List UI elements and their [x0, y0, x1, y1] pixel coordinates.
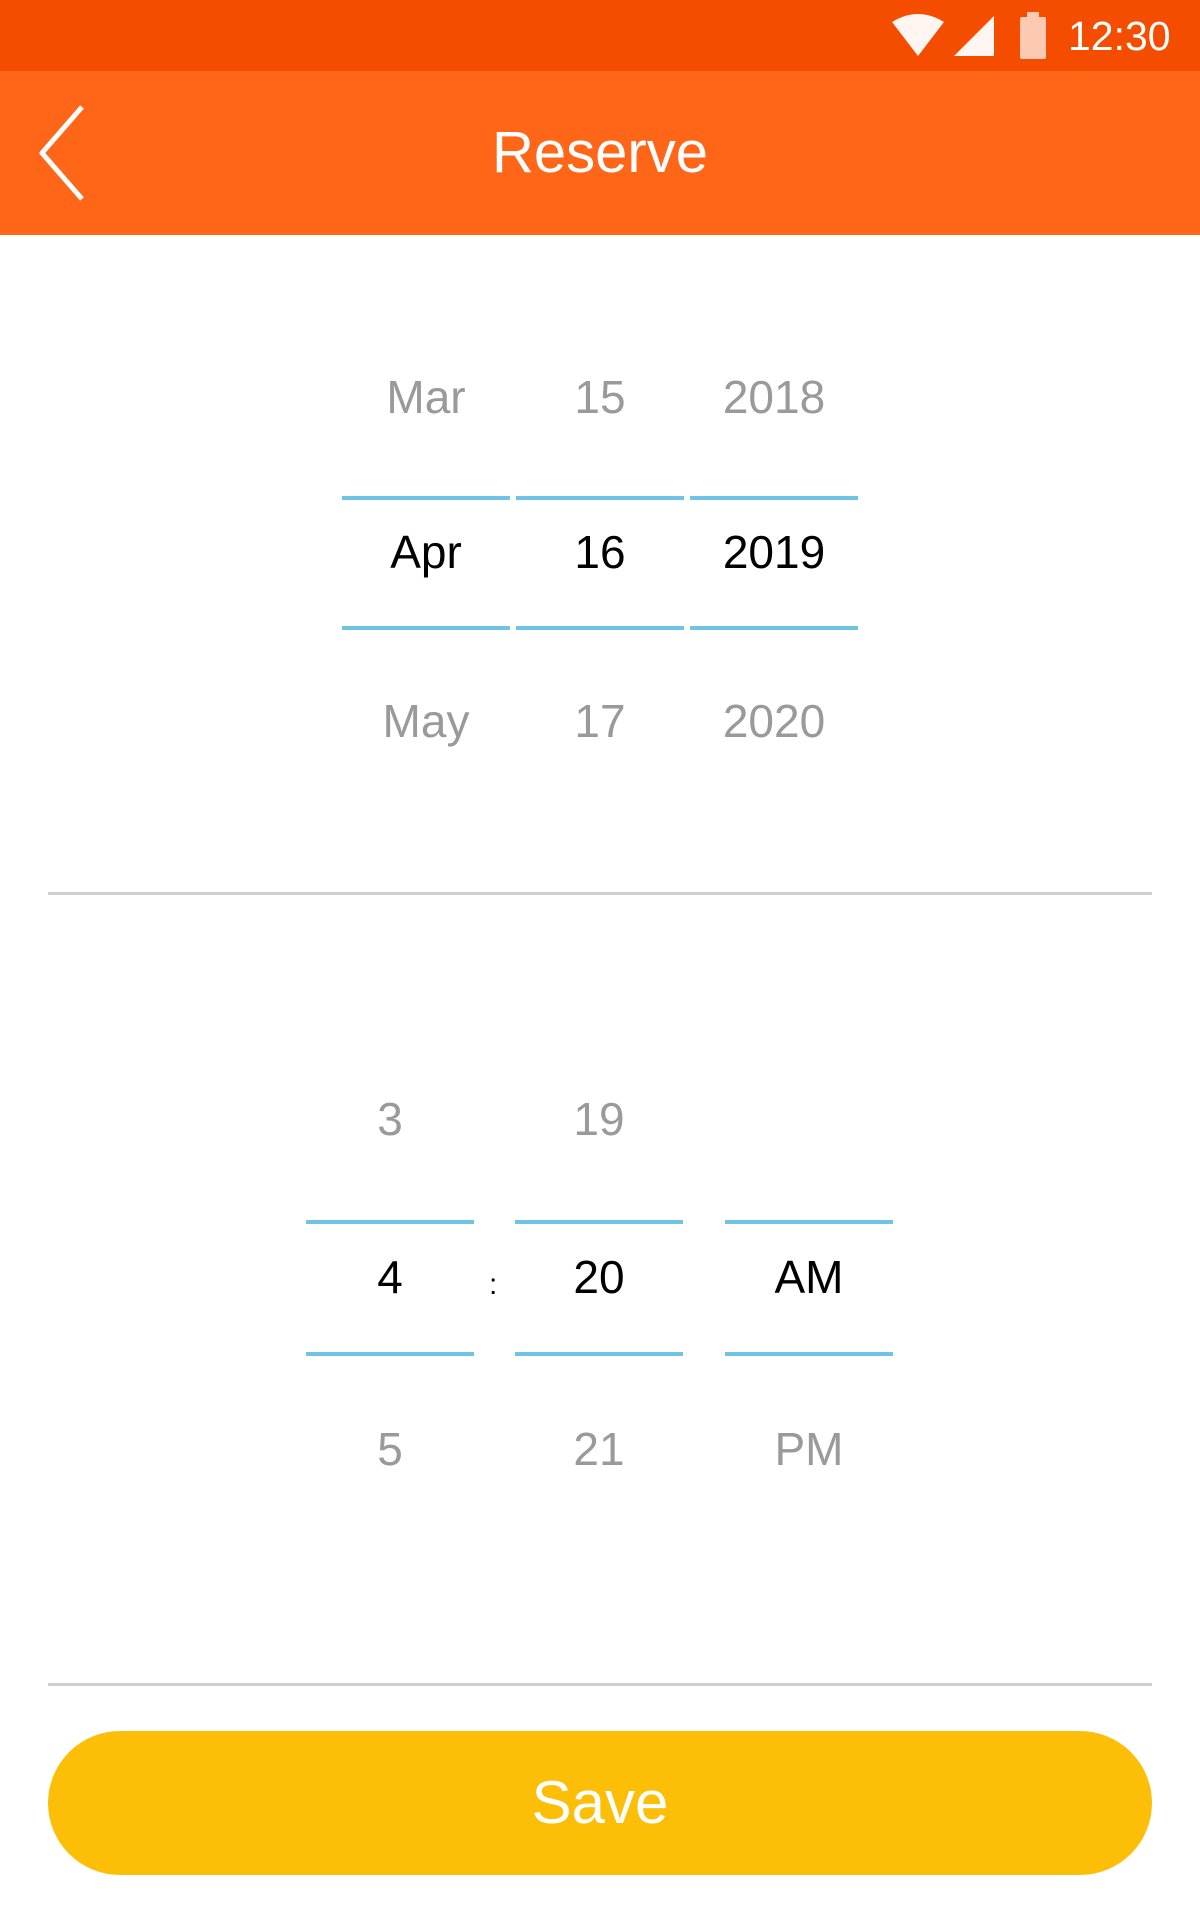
- month-prev[interactable]: Mar: [342, 370, 510, 424]
- year-next[interactable]: 2020: [690, 694, 858, 748]
- minute-selected[interactable]: 20: [515, 1250, 683, 1304]
- selection-line: [725, 1220, 893, 1224]
- time-separator: :: [489, 1268, 498, 1301]
- selection-line: [306, 1220, 474, 1224]
- selection-line: [342, 626, 510, 630]
- status-bar: 12:30: [0, 0, 1200, 71]
- battery-icon: [1020, 12, 1046, 59]
- hour-prev[interactable]: 3: [306, 1092, 474, 1146]
- selection-line: [690, 626, 858, 630]
- hour-selected[interactable]: 4: [306, 1250, 474, 1304]
- selection-line: [515, 1352, 683, 1356]
- day-prev[interactable]: 15: [516, 370, 684, 424]
- app-bar: Reserve: [0, 71, 1200, 235]
- selection-line: [690, 496, 858, 500]
- selection-line: [516, 626, 684, 630]
- wifi-icon: [892, 14, 944, 56]
- month-selected[interactable]: Apr: [342, 525, 510, 579]
- day-next[interactable]: 17: [516, 694, 684, 748]
- day-selected[interactable]: 16: [516, 525, 684, 579]
- section-divider: [48, 892, 1152, 895]
- section-divider: [48, 1683, 1152, 1686]
- selection-line: [516, 496, 684, 500]
- hour-next[interactable]: 5: [306, 1422, 474, 1476]
- chevron-left-icon: [39, 105, 84, 201]
- selection-line: [306, 1352, 474, 1356]
- minute-prev[interactable]: 19: [515, 1092, 683, 1146]
- selection-line: [515, 1220, 683, 1224]
- period-selected[interactable]: AM: [725, 1250, 893, 1304]
- month-next[interactable]: May: [342, 694, 510, 748]
- year-prev[interactable]: 2018: [690, 370, 858, 424]
- minute-next[interactable]: 21: [515, 1422, 683, 1476]
- year-selected[interactable]: 2019: [690, 525, 858, 579]
- selection-line: [342, 496, 510, 500]
- selection-line: [725, 1352, 893, 1356]
- back-button[interactable]: [32, 101, 112, 205]
- signal-icon: [954, 16, 994, 56]
- period-next[interactable]: PM: [725, 1422, 893, 1476]
- page-title: Reserve: [492, 120, 708, 185]
- status-clock: 12:30: [1068, 13, 1171, 59]
- save-button[interactable]: Save: [48, 1731, 1152, 1875]
